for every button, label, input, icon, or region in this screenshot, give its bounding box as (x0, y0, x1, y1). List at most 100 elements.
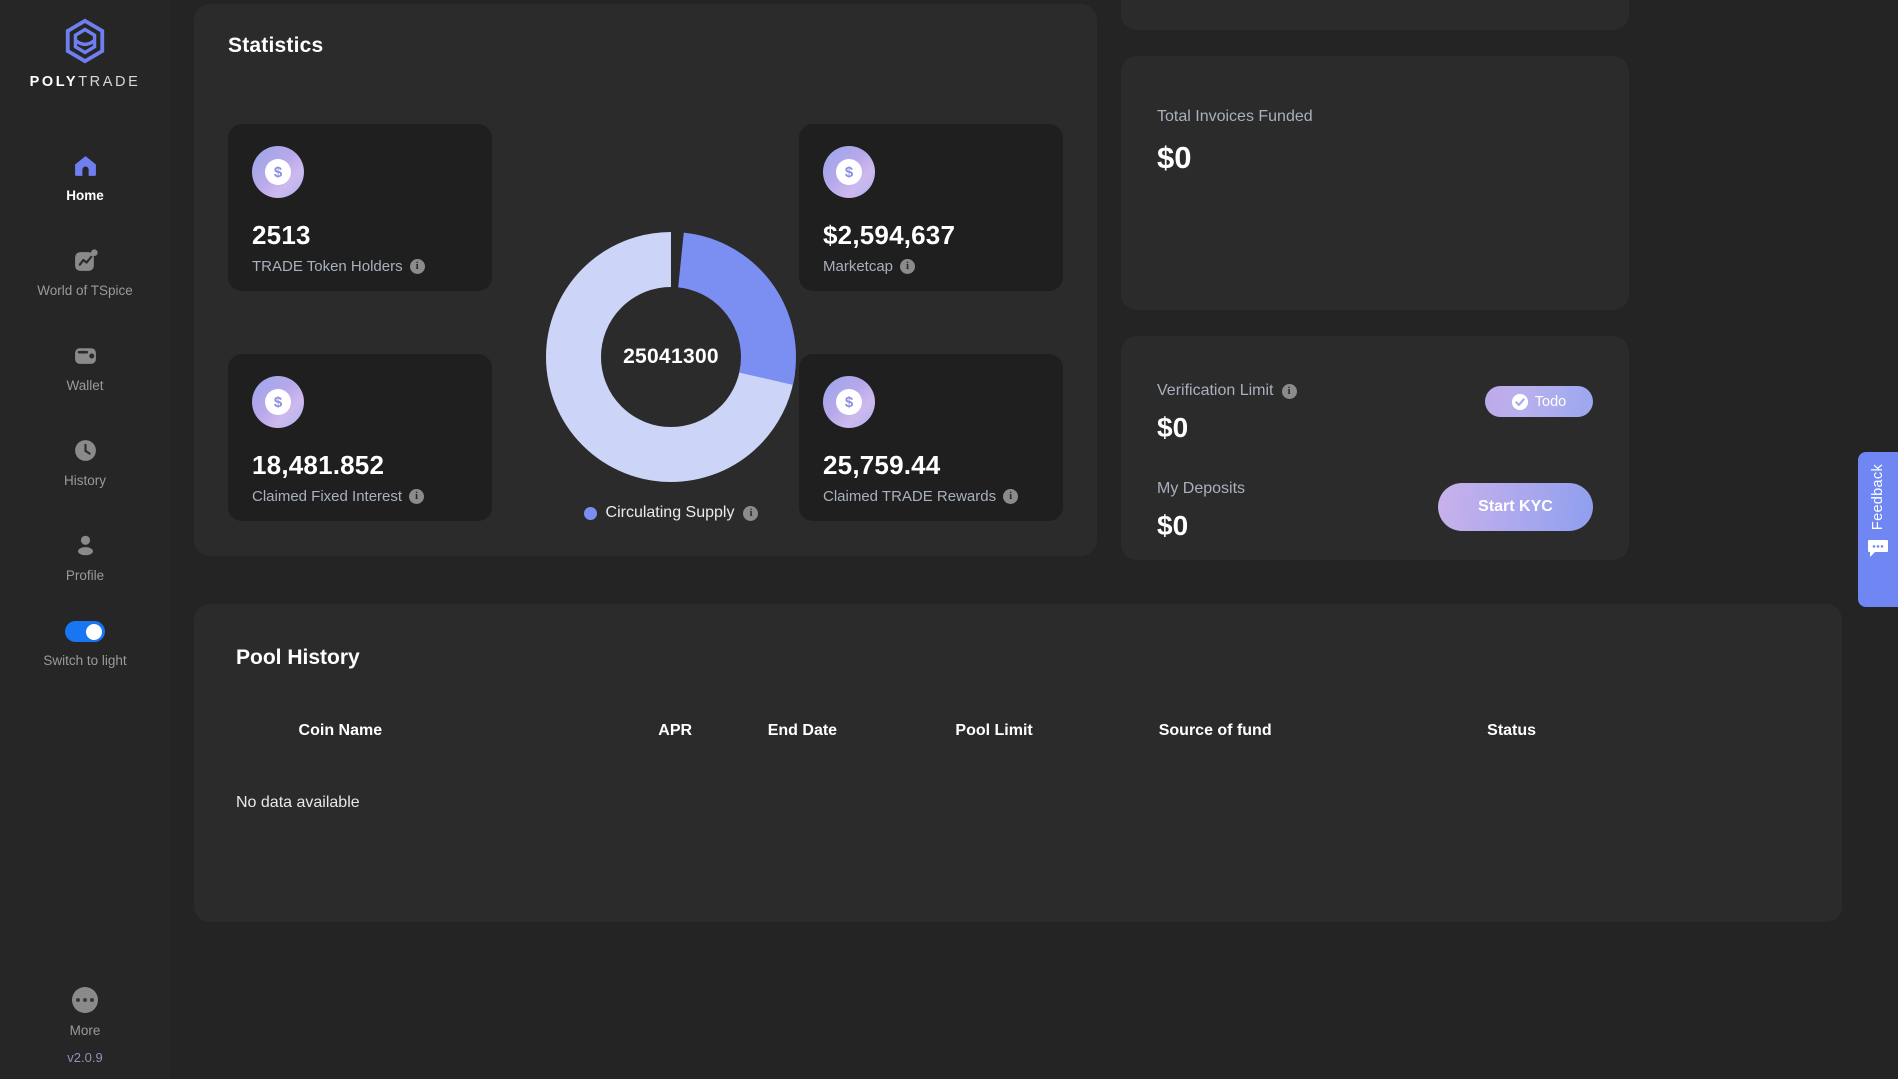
sidebar-item-more[interactable]: More (0, 987, 170, 1038)
check-circle-icon (1511, 393, 1528, 410)
donut-graphic[interactable]: 25041300 (546, 232, 796, 482)
right-column: Total Invoices Funded $0 Verification Li… (1121, 0, 1629, 560)
stat-card-marketcap[interactable]: $ $2,594,637 Marketcap i (799, 124, 1063, 291)
info-icon[interactable]: i (1003, 489, 1019, 504)
my-deposits-value: $0 (1157, 510, 1189, 541)
main-content: Statistics $ 2513 TRADE Token Holders i … (170, 0, 1898, 1079)
page-title: Statistics (228, 34, 324, 57)
stat-label: Claimed Fixed Interest (252, 488, 403, 505)
table-row-empty: No data available (236, 746, 1800, 812)
clipped-card-above (1121, 0, 1629, 30)
sidebar-footer: More v2.0.9 (0, 987, 170, 1065)
stat-label: TRADE Token Holders (252, 258, 403, 275)
column-header-source-of-fund[interactable]: Source of fund (1159, 722, 1487, 746)
brand-name-light: TRADE (78, 74, 141, 90)
polytrade-hexagon-logo (62, 18, 108, 64)
stat-label: Marketcap (823, 258, 894, 275)
stat-card-claimed-fixed-interest[interactable]: $ 18,481.852 Claimed Fixed Interest i (228, 354, 492, 521)
stat-label: Claimed TRADE Rewards (823, 488, 997, 505)
app-version: v2.0.9 (67, 1050, 103, 1065)
total-invoices-funded-card: Total Invoices Funded $0 (1121, 56, 1629, 310)
sidebar-item-home[interactable]: Home (0, 138, 170, 215)
brand-name-bold: POLY (29, 74, 79, 90)
sidebar-item-label: More (69, 1023, 101, 1038)
info-icon[interactable]: i (743, 505, 759, 521)
stat-card-trade-token-holders[interactable]: $ 2513 TRADE Token Holders i (228, 124, 492, 291)
wallet-icon (72, 342, 98, 368)
theme-switch-knob (86, 623, 103, 640)
info-icon[interactable]: i (1281, 383, 1297, 399)
verification-limit-label: Verification Limit (1157, 382, 1274, 399)
verification-limit-label-row: Verification Limit i (1157, 382, 1397, 400)
chart-line-icon (72, 247, 98, 273)
stat-value: 2513 (252, 220, 311, 250)
pool-history-title: Pool History (236, 646, 360, 669)
todo-label: Todo (1534, 393, 1567, 410)
user-icon (72, 532, 98, 558)
stat-value: 25,759.44 (823, 450, 941, 480)
donut-center-value: 25041300 (623, 345, 719, 368)
home-icon (72, 152, 98, 178)
my-deposits-label: My Deposits (1157, 480, 1246, 497)
pool-history-panel: Pool History Coin Name APR End Date Pool… (194, 604, 1842, 922)
app-root: POLYTRADE Home World of TSpice Wallet Hi… (0, 0, 1898, 1079)
sidebar-item-history[interactable]: History (0, 423, 170, 500)
column-header-end-date[interactable]: End Date (768, 722, 956, 746)
sidebar-nav: Home World of TSpice Wallet History Prof… (0, 138, 170, 668)
column-header-pool-limit[interactable]: Pool Limit (955, 722, 1158, 746)
sidebar: POLYTRADE Home World of TSpice Wallet Hi… (0, 0, 170, 1079)
donut-legend: Circulating Supply i (521, 504, 821, 522)
brand-logo[interactable]: POLYTRADE (30, 18, 141, 90)
empty-state-message: No data available (236, 794, 360, 811)
sidebar-item-world-of-tspice[interactable]: World of TSpice (0, 233, 170, 310)
stat-card-claimed-trade-rewards[interactable]: $ 25,759.44 Claimed TRADE Rewards i (799, 354, 1063, 521)
brand-name: POLYTRADE (30, 74, 141, 90)
my-deposits-block: My Deposits $0 (1157, 480, 1397, 542)
sidebar-item-label: World of TSpice (37, 283, 133, 298)
todo-status-badge[interactable]: Todo (1485, 386, 1593, 417)
sidebar-item-profile[interactable]: Profile (0, 518, 170, 595)
column-header-coin-name[interactable]: Coin Name (299, 722, 659, 746)
circulating-supply-donut-chart: 25041300 Circulating Supply i (521, 232, 821, 522)
stat-label-row: Marketcap i (823, 258, 1039, 275)
info-icon[interactable]: i (900, 259, 916, 274)
legend-color-dot (583, 506, 597, 520)
dollar-coin-icon: $ (252, 146, 304, 198)
dollar-coin-icon: $ (823, 376, 875, 428)
table-header-row: Coin Name APR End Date Pool Limit Source… (236, 722, 1800, 746)
verification-limit-block: Verification Limit i $0 (1157, 382, 1397, 444)
kyc-card: Verification Limit i $0 My Deposits $0 T… (1121, 336, 1629, 560)
clock-icon (72, 437, 98, 463)
pool-history-table-head: Coin Name APR End Date Pool Limit Source… (236, 722, 1800, 746)
info-icon[interactable]: i (409, 489, 425, 504)
theme-switch-track[interactable] (64, 621, 105, 642)
my-deposits-label-row: My Deposits (1157, 480, 1397, 498)
stat-label-row: TRADE Token Holders i (252, 258, 468, 275)
ellipsis-icon (72, 987, 98, 1013)
top-row: Statistics $ 2513 TRADE Token Holders i … (170, 0, 1898, 560)
kyc-right-column: Todo Start KYC (1397, 382, 1593, 560)
stat-value: $2,594,637 (823, 220, 956, 250)
info-icon[interactable]: i (409, 259, 425, 274)
start-kyc-button[interactable]: Start KYC (1438, 483, 1593, 531)
chat-bubble-icon (1867, 538, 1889, 563)
pool-history-table-body: No data available (236, 746, 1800, 812)
feedback-label: Feedback (1870, 464, 1886, 531)
theme-toggle-label: Switch to light (43, 653, 127, 668)
feedback-tab[interactable]: Feedback (1858, 452, 1898, 607)
sidebar-item-label: Wallet (66, 378, 104, 393)
column-header-status[interactable]: Status (1487, 722, 1800, 746)
dollar-coin-icon: $ (823, 146, 875, 198)
invoices-label: Total Invoices Funded (1157, 108, 1313, 125)
dollar-coin-icon: $ (252, 376, 304, 428)
invoices-value: $0 (1157, 140, 1192, 175)
sidebar-item-label: Profile (65, 568, 105, 583)
pool-history-table: Coin Name APR End Date Pool Limit Source… (236, 722, 1800, 812)
column-header-apr[interactable]: APR (658, 722, 767, 746)
sidebar-item-label: Home (66, 188, 104, 203)
stat-label-row: Claimed TRADE Rewards i (823, 488, 1039, 505)
sidebar-item-wallet[interactable]: Wallet (0, 328, 170, 405)
verification-limit-value: $0 (1157, 412, 1189, 443)
theme-toggle[interactable]: Switch to light (43, 621, 127, 668)
sidebar-item-label: History (63, 473, 106, 488)
